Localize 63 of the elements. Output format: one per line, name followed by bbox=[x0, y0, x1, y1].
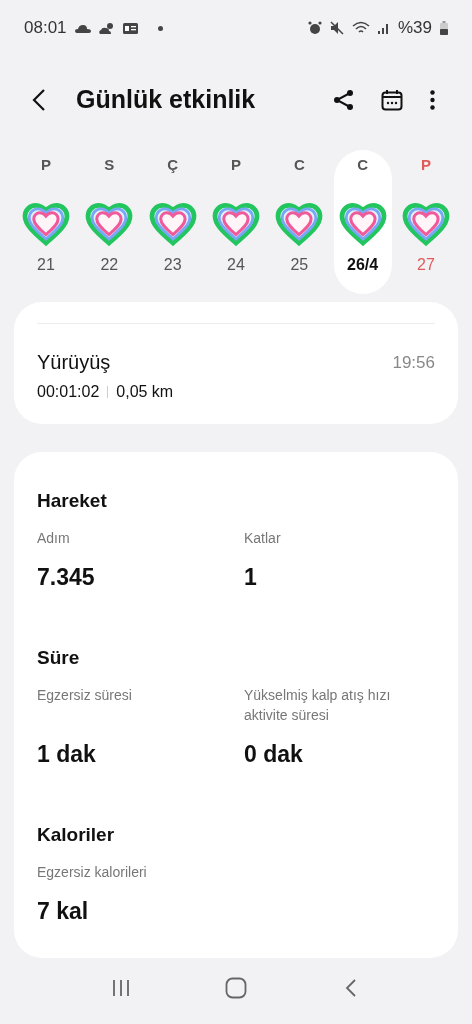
activity-heart-icon bbox=[338, 200, 387, 247]
stat-label: Egzersiz süresi bbox=[37, 685, 133, 705]
weekday-label: P bbox=[420, 155, 431, 175]
day-tab[interactable]: P 21 bbox=[17, 150, 75, 294]
date-label: 22 bbox=[100, 254, 119, 275]
wifi-icon bbox=[351, 21, 370, 35]
day-tab[interactable]: P 24 bbox=[207, 150, 265, 294]
page-title: Günlük etkinlik bbox=[76, 84, 257, 116]
battery-icon bbox=[440, 21, 448, 35]
weekday-label: Ç bbox=[167, 155, 179, 175]
activity-heart-icon bbox=[22, 200, 70, 247]
stat-label: Egzersiz kalorileri bbox=[37, 862, 148, 882]
date-label: 24 bbox=[227, 254, 245, 275]
stat-value: 7.345 bbox=[37, 562, 96, 592]
stat-value: 1 bbox=[244, 562, 258, 592]
battery-percentage: %39 bbox=[397, 17, 432, 40]
workout-duration: 00:01:02 bbox=[37, 382, 100, 402]
card-icon bbox=[122, 22, 138, 34]
stat-label: Katlar bbox=[244, 528, 282, 548]
stat-value: 7 kal bbox=[37, 896, 90, 926]
workout-name: Yürüyüş bbox=[37, 350, 112, 375]
section-title: Kaloriler bbox=[37, 823, 116, 847]
activity-heart-icon bbox=[148, 200, 197, 247]
alarm-icon bbox=[307, 21, 322, 35]
section-title: Süre bbox=[37, 646, 81, 670]
home-icon bbox=[225, 977, 247, 999]
signal-icon bbox=[377, 22, 390, 34]
stat-value: 1 dak bbox=[37, 739, 97, 769]
workout-card[interactable]: Yürüyüş 00:01:02 0,05 km 19:56 bbox=[14, 302, 458, 424]
day-tab[interactable]: C 25 bbox=[270, 150, 329, 294]
weekday-label: P bbox=[41, 155, 51, 175]
back-icon bbox=[344, 978, 357, 998]
weekday-label: C bbox=[293, 155, 305, 175]
date-label: 21 bbox=[37, 254, 55, 275]
day-tab[interactable]: C 26/4 bbox=[333, 150, 392, 294]
stat-label: Adım bbox=[37, 528, 71, 548]
calendar-icon bbox=[381, 89, 403, 111]
more-options-icon bbox=[429, 90, 435, 110]
section-title: Hareket bbox=[37, 489, 108, 513]
cloudy-sun-icon bbox=[98, 22, 115, 34]
date-label: 23 bbox=[163, 254, 182, 275]
cloud-icon bbox=[74, 23, 91, 33]
day-tab[interactable]: S 22 bbox=[80, 150, 139, 294]
back-icon bbox=[32, 88, 46, 112]
date-label: 25 bbox=[290, 254, 309, 275]
activity-heart-icon bbox=[275, 200, 324, 247]
stat-value: 0 dak bbox=[244, 739, 304, 769]
recent-apps-icon bbox=[111, 978, 132, 998]
activity-heart-icon bbox=[85, 200, 134, 247]
activity-heart-icon bbox=[401, 200, 450, 247]
date-label: 27 bbox=[417, 254, 435, 275]
weekday-label: S bbox=[104, 155, 115, 175]
workout-time: 19:56 bbox=[392, 352, 435, 374]
share-icon bbox=[333, 89, 355, 111]
workout-distance: 0,05 km bbox=[116, 382, 174, 402]
clock-time: 08:01 bbox=[24, 17, 67, 40]
mute-icon bbox=[329, 21, 344, 35]
date-label: 26/4 bbox=[347, 254, 379, 275]
weekday-label: C bbox=[357, 155, 369, 175]
activity-heart-icon bbox=[212, 200, 260, 247]
day-tab[interactable]: Ç 23 bbox=[143, 150, 202, 294]
stat-label: Yükselmiş kalp atış hızı aktivite süresi bbox=[244, 685, 392, 725]
weekday-label: P bbox=[230, 155, 241, 175]
